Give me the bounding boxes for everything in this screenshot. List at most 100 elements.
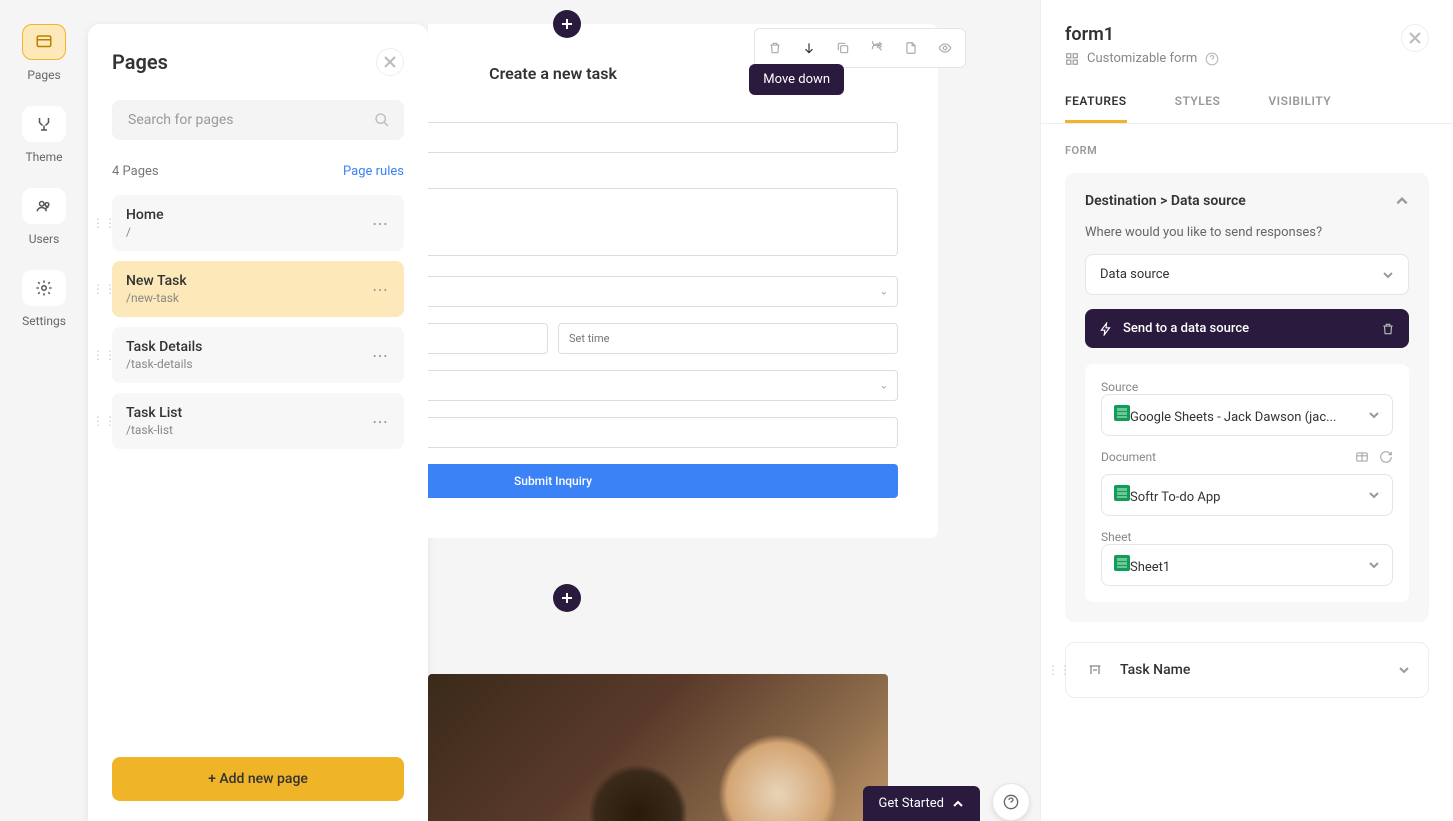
text-icon (1084, 659, 1106, 681)
destination-dropdown[interactable]: Data source (1085, 254, 1409, 295)
accordion-subtitle: Where would you like to send responses? (1085, 225, 1409, 240)
page-rules-link[interactable]: Page rules (343, 164, 404, 179)
drag-handle-icon[interactable]: ⋮⋮ (92, 348, 116, 362)
tab-features[interactable]: FEATURES (1065, 82, 1127, 123)
info-icon[interactable] (1205, 52, 1219, 66)
page-menu-button[interactable]: ⋯ (372, 412, 390, 431)
table-icon[interactable] (1355, 450, 1369, 464)
sheet-dropdown[interactable]: Sheet1 (1101, 544, 1393, 586)
page-item-new-task[interactable]: New Task /new-task ⋯ (112, 261, 404, 317)
name-label: * (428, 103, 898, 116)
pages-title: Pages (112, 50, 168, 74)
form-block[interactable]: Create a new task * n * ⌄ ⌄ (428, 24, 938, 538)
nav-users[interactable]: Users (22, 188, 66, 246)
image-block[interactable] (428, 674, 888, 821)
status-select[interactable] (428, 370, 898, 401)
document-dropdown[interactable]: Softr To-do App (1101, 474, 1393, 516)
add-block-bottom-button[interactable] (553, 584, 581, 612)
page-name: Home (126, 207, 164, 223)
nav-label: Settings (22, 314, 66, 328)
add-page-button[interactable]: + Add new page (112, 757, 404, 801)
page-name: New Task (126, 273, 187, 289)
canvas: Move down Create a new task * n * ⌄ ⌄ (428, 0, 1040, 821)
date-input[interactable] (428, 323, 548, 354)
drag-handle-icon[interactable]: ⋮⋮ (92, 414, 116, 428)
chevron-down-icon: ⌄ (880, 286, 888, 297)
inspector-panel: form1 Customizable form FEATURES STYLES … (1040, 0, 1453, 821)
action-label: Send to a data source (1123, 321, 1371, 336)
chevron-down-icon (1368, 559, 1380, 571)
lightning-icon (1099, 322, 1113, 336)
source-dropdown[interactable]: Google Sheets - Jack Dawson (jac... (1101, 394, 1393, 436)
page-item-task-list[interactable]: Task List /task-list ⋯ (112, 393, 404, 449)
help-button[interactable] (992, 783, 1030, 821)
left-sidebar: Pages Theme Users Settings (0, 0, 88, 821)
nav-label: Theme (25, 150, 62, 164)
chevron-down-icon (1368, 409, 1380, 421)
search-input[interactable] (112, 100, 404, 140)
document-value: Softr To-do App (1130, 490, 1220, 505)
action-send-data-source[interactable]: Send to a data source (1085, 309, 1409, 348)
extra-input[interactable] (428, 417, 898, 448)
settings-icon (22, 270, 66, 306)
nav-label: Pages (27, 68, 60, 82)
drag-handle-icon[interactable]: ⋮⋮ (1047, 663, 1071, 677)
page-menu-button[interactable]: ⋯ (372, 346, 390, 365)
sheet-value: Sheet1 (1130, 560, 1170, 575)
delete-button[interactable] (759, 33, 791, 63)
page-path: /task-list (126, 423, 182, 437)
export-button[interactable] (895, 33, 927, 63)
drag-handle-icon[interactable]: ⋮⋮ (92, 216, 116, 230)
tab-styles[interactable]: STYLES (1175, 82, 1221, 123)
google-sheets-icon (1114, 485, 1130, 501)
get-started-button[interactable]: Get Started (863, 786, 980, 821)
users-icon (22, 188, 66, 224)
page-menu-button[interactable]: ⋯ (372, 214, 390, 233)
pages-icon (22, 24, 66, 60)
page-item-home[interactable]: Home / ⋯ (112, 195, 404, 251)
document-label: Document (1101, 450, 1156, 464)
block-toolbar (754, 28, 966, 68)
priority-select[interactable] (428, 276, 898, 307)
action-delete-button[interactable] (1381, 322, 1395, 336)
page-name: Task Details (126, 339, 202, 355)
drag-handle-icon[interactable]: ⋮⋮ (92, 282, 116, 296)
close-inspector-button[interactable] (1401, 24, 1429, 52)
close-panel-button[interactable] (376, 48, 404, 76)
accordion-title: Destination > Data source (1085, 193, 1246, 209)
pages-panel: Pages 4 Pages Page rules ⋮⋮ Home / ⋯ ⋮⋮ (88, 24, 428, 821)
google-sheets-icon (1114, 405, 1130, 421)
move-down-button[interactable] (793, 33, 825, 63)
nav-pages[interactable]: Pages (22, 24, 66, 82)
search-box (112, 100, 404, 140)
source-label: Source (1101, 380, 1393, 394)
redo-button[interactable] (861, 33, 893, 63)
page-path: /task-details (126, 357, 202, 371)
field-card-task-name[interactable]: Task Name (1065, 642, 1429, 698)
name-input[interactable] (428, 122, 898, 153)
refresh-icon[interactable] (1379, 450, 1393, 464)
page-name: Task List (126, 405, 182, 421)
time-input[interactable] (558, 323, 898, 354)
block-type: Customizable form (1087, 51, 1197, 66)
duplicate-button[interactable] (827, 33, 859, 63)
section-label: FORM (1065, 144, 1429, 157)
nav-theme[interactable]: Theme (22, 106, 66, 164)
chevron-down-icon (1398, 664, 1410, 676)
tab-visibility[interactable]: VISIBILITY (1268, 82, 1331, 123)
page-list: ⋮⋮ Home / ⋯ ⋮⋮ New Task /new-task ⋯ ⋮⋮ (112, 195, 404, 449)
chevron-up-icon[interactable] (1395, 194, 1409, 208)
page-menu-button[interactable]: ⋯ (372, 280, 390, 299)
page-item-task-details[interactable]: Task Details /task-details ⋯ (112, 327, 404, 383)
desc-textarea[interactable] (428, 188, 898, 256)
chevron-down-icon (1368, 489, 1380, 501)
preview-button[interactable] (929, 33, 961, 63)
desc-label: n * (428, 169, 898, 182)
add-block-top-button[interactable] (553, 10, 581, 38)
pages-count: 4 Pages (112, 164, 159, 179)
theme-icon (22, 106, 66, 142)
submit-button[interactable]: Submit Inquiry (428, 464, 898, 498)
nav-label: Users (29, 232, 60, 246)
get-started-label: Get Started (879, 796, 944, 811)
nav-settings[interactable]: Settings (22, 270, 66, 328)
